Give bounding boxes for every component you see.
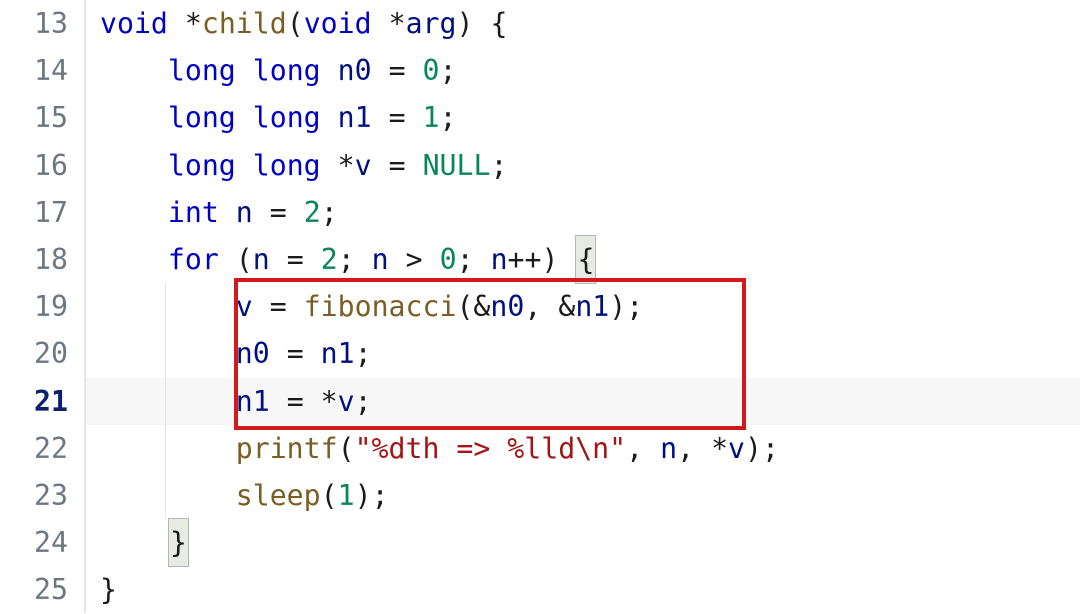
code-line[interactable]: 21 n1 = *v; — [0, 378, 1080, 425]
line-number: 19 — [0, 283, 84, 330]
indent-guide — [165, 472, 166, 519]
code-content[interactable]: sleep(1); — [86, 472, 1080, 519]
line-number: 20 — [0, 330, 84, 377]
line-number: 22 — [0, 425, 84, 472]
indent-guide — [165, 330, 166, 377]
line-number: 13 — [0, 0, 84, 47]
code-line[interactable]: 19 v = fibonacci(&n0, &n1); — [0, 283, 1080, 330]
code-line[interactable]: 24 } — [0, 519, 1080, 566]
code-content[interactable]: n0 = n1; — [86, 330, 1080, 377]
line-number: 21 — [0, 378, 84, 425]
code-line[interactable]: 17 int n = 2; — [0, 189, 1080, 236]
indent-guide — [165, 378, 166, 425]
code-content[interactable]: long long n0 = 0; — [86, 47, 1080, 94]
code-line[interactable]: 13void *child(void *arg) { — [0, 0, 1080, 47]
line-number: 23 — [0, 472, 84, 519]
code-content[interactable]: v = fibonacci(&n0, &n1); — [86, 283, 1080, 330]
line-number: 18 — [0, 236, 84, 283]
code-line[interactable]: 18 for (n = 2; n > 0; n++) { — [0, 236, 1080, 283]
code-line[interactable]: 20 n0 = n1; — [0, 330, 1080, 377]
code-content[interactable]: } — [86, 566, 1080, 613]
code-line[interactable]: 25} — [0, 566, 1080, 613]
code-content[interactable]: n1 = *v; — [86, 378, 1080, 425]
code-content[interactable]: void *child(void *arg) { — [86, 0, 1080, 47]
code-content[interactable]: for (n = 2; n > 0; n++) { — [86, 236, 1080, 283]
line-number: 25 — [0, 566, 84, 613]
line-number: 14 — [0, 47, 84, 94]
code-content[interactable]: int n = 2; — [86, 189, 1080, 236]
line-number: 24 — [0, 519, 84, 566]
code-line[interactable]: 15 long long n1 = 1; — [0, 94, 1080, 141]
line-number: 15 — [0, 94, 84, 141]
indent-guide — [165, 425, 166, 472]
code-content[interactable]: long long n1 = 1; — [86, 94, 1080, 141]
code-line[interactable]: 14 long long n0 = 0; — [0, 47, 1080, 94]
code-line[interactable]: 22 printf("%dth => %lld\n", n, *v); — [0, 425, 1080, 472]
code-content[interactable]: long long *v = NULL; — [86, 142, 1080, 189]
line-number: 16 — [0, 142, 84, 189]
code-line[interactable]: 23 sleep(1); — [0, 472, 1080, 519]
code-line[interactable]: 16 long long *v = NULL; — [0, 142, 1080, 189]
code-content[interactable]: printf("%dth => %lld\n", n, *v); — [86, 425, 1080, 472]
code-content[interactable]: } — [86, 519, 1080, 566]
line-number: 17 — [0, 189, 84, 236]
indent-guide — [165, 283, 166, 330]
code-editor[interactable]: 13void *child(void *arg) {14 long long n… — [0, 0, 1080, 613]
